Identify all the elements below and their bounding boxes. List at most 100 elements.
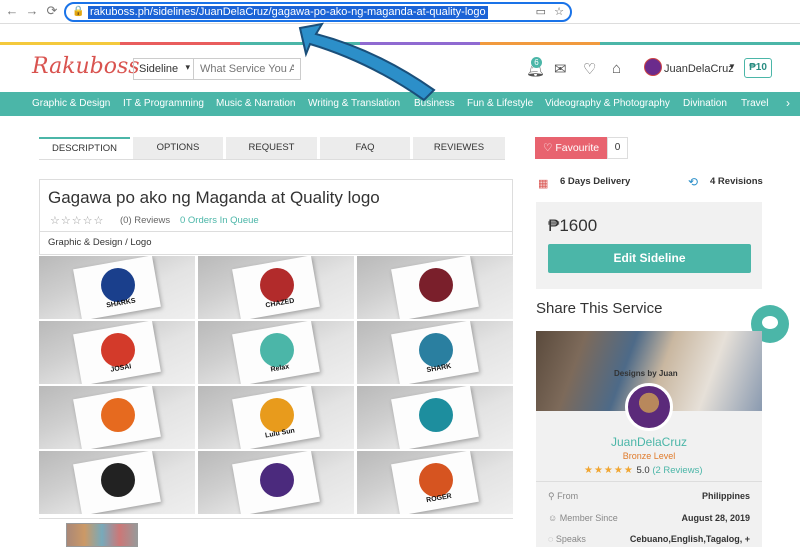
rating-review-count[interactable]: (2 Reviews) [652, 465, 702, 476]
heart-icon[interactable]: ♡ [583, 60, 596, 78]
rating-score: 5.0 [636, 465, 650, 476]
speaks-value: Cebuano,English,Tagalog, + [629, 534, 750, 544]
site-logo[interactable]: Rakuboss [32, 54, 140, 79]
arrow-right-icon[interactable]: → [24, 3, 40, 18]
price: ₱1600 [548, 216, 598, 235]
gallery-image[interactable] [39, 451, 195, 514]
seller-avatar[interactable] [625, 383, 673, 431]
gallery-image[interactable]: SHARKS [39, 256, 195, 319]
logo-mark [260, 463, 294, 497]
delivery-time: 6 Days Delivery [560, 176, 631, 187]
basket-icon[interactable]: ⌂ [612, 60, 621, 77]
gallery-image[interactable]: JOSAI [39, 321, 195, 384]
seller-level: Bronze Level [622, 451, 676, 461]
tab-options[interactable]: OPTIONS [133, 137, 223, 159]
refresh-icon: ⟲ [688, 175, 699, 189]
mail-icon[interactable]: ✉ [554, 60, 567, 78]
seller-profile-card: Designs by Juan JuanDelaCruz Bronze Leve… [536, 331, 762, 547]
member-since-row: ☺ Member Since August 28, 2019 [548, 513, 750, 523]
notification-badge: 6 [531, 57, 542, 68]
map-pin-icon: ⚲ [548, 491, 558, 501]
service-header: Gagawa po ako ng Maganda at Quality logo… [39, 179, 513, 255]
user-icon: ☺ [548, 513, 560, 523]
bookmark-star-icon[interactable]: ☆ [554, 5, 564, 18]
search-type-select[interactable]: Sideline [134, 59, 194, 79]
logo-mark [260, 333, 294, 367]
address-bar[interactable]: 🔒 rakuboss.ph/sidelines/JuanDelaCruz/gag… [64, 2, 572, 22]
price-box: ₱1600 Edit Sideline [536, 202, 762, 289]
gallery-image[interactable]: Relax [198, 321, 354, 384]
thumbnail-strip [39, 518, 513, 547]
share-heading: Share This Service [536, 300, 663, 317]
heart-icon: ♡ [543, 142, 556, 154]
chevron-right-icon[interactable]: › [786, 96, 790, 110]
from-value: Philippines [701, 491, 750, 501]
logo-mark [260, 398, 294, 432]
category-videography-photography[interactable]: Videography & Photography [545, 98, 670, 109]
favourite-button[interactable]: ♡ Favourite [535, 137, 607, 159]
category-it-programming[interactable]: IT & Programming [123, 98, 204, 109]
review-count[interactable]: (0) Reviews [120, 215, 170, 226]
speaks-row: ◌ Speaks Cebuano,English,Tagalog, + [548, 534, 750, 544]
logo-mark [419, 333, 453, 367]
breadcrumb[interactable]: Graphic & Design / Logo [48, 237, 152, 248]
favourite-count: 0 [607, 137, 628, 159]
gallery-image[interactable]: SHARK [357, 321, 513, 384]
gallery-image[interactable] [357, 386, 513, 449]
logo-mark [101, 333, 135, 367]
gallery-image[interactable]: Lulu Sun [198, 386, 354, 449]
avatar[interactable] [644, 58, 662, 76]
lock-icon: 🔒 [72, 6, 85, 17]
category-divination[interactable]: Divination [683, 98, 727, 109]
tab-request[interactable]: REQUEST [226, 137, 317, 159]
rating-stars: ☆☆☆☆☆ [50, 215, 105, 227]
service-title: Gagawa po ako ng Maganda at Quality logo [48, 188, 380, 207]
logo-gallery: SHARKS CHAZED JOSAI Relax SHARK Lulu Sun ROGER [39, 256, 513, 517]
logo-mark [419, 398, 453, 432]
member-value: August 28, 2019 [681, 513, 750, 523]
logo-mark [419, 463, 453, 497]
favourite-label: Favourite [555, 142, 600, 154]
from-row: ⚲ From Philippines [548, 491, 750, 502]
tab-divider [39, 159, 505, 160]
url-text[interactable]: rakuboss.ph/sidelines/JuanDelaCruz/gagaw… [88, 6, 488, 19]
cover-text: Designs by Juan [614, 369, 678, 378]
currency-button[interactable]: ₱10 [744, 58, 772, 78]
calendar-icon: ▦ [538, 178, 549, 190]
gallery-image[interactable] [39, 386, 195, 449]
gallery-image[interactable]: ROGER [357, 451, 513, 514]
search-bar: Sideline [133, 58, 301, 80]
rating-stars: ★★★★★ [584, 465, 634, 476]
category-graphic-design[interactable]: Graphic & Design [32, 98, 110, 109]
reader-mode-icon[interactable]: ▭ [536, 5, 546, 18]
edit-sideline-button[interactable]: Edit Sideline [548, 244, 751, 273]
username-menu[interactable]: JuanDelaCruz [664, 63, 734, 75]
speaks-label: Speaks [555, 534, 586, 544]
member-label: Member Since [559, 513, 618, 523]
speech-icon: ◌ [548, 534, 556, 544]
arrow-left-icon[interactable]: ← [4, 3, 20, 18]
seller-rating: ★★★★★ 5.0 (2 Reviews) [584, 465, 702, 476]
thumbnail[interactable] [66, 523, 138, 547]
chevron-down-icon[interactable]: ▼ [728, 62, 736, 71]
divider [40, 231, 512, 232]
from-label: From [557, 491, 579, 501]
logo-mark [101, 268, 135, 302]
seller-name[interactable]: JuanDelaCruz [536, 435, 762, 449]
category-fun-lifestyle[interactable]: Fun & Lifestyle [467, 98, 533, 109]
tab-reviews[interactable]: REVIEWES [413, 137, 505, 159]
reload-icon[interactable]: ⟳ [44, 3, 60, 19]
annotation-arrow-icon [298, 22, 436, 102]
gallery-image[interactable]: CHAZED [198, 256, 354, 319]
tab-description[interactable]: DESCRIPTION [39, 137, 130, 159]
logo-mark [101, 463, 135, 497]
tab-faq[interactable]: FAQ [320, 137, 410, 159]
gallery-image[interactable] [198, 451, 354, 514]
logo-mark [260, 268, 294, 302]
revisions-count: 4 Revisions [710, 176, 763, 187]
orders-in-queue: 0 Orders In Queue [180, 215, 259, 226]
category-travel[interactable]: Travel [741, 98, 768, 109]
divider [536, 481, 762, 482]
gallery-image[interactable] [357, 256, 513, 319]
logo-mark [419, 268, 453, 302]
